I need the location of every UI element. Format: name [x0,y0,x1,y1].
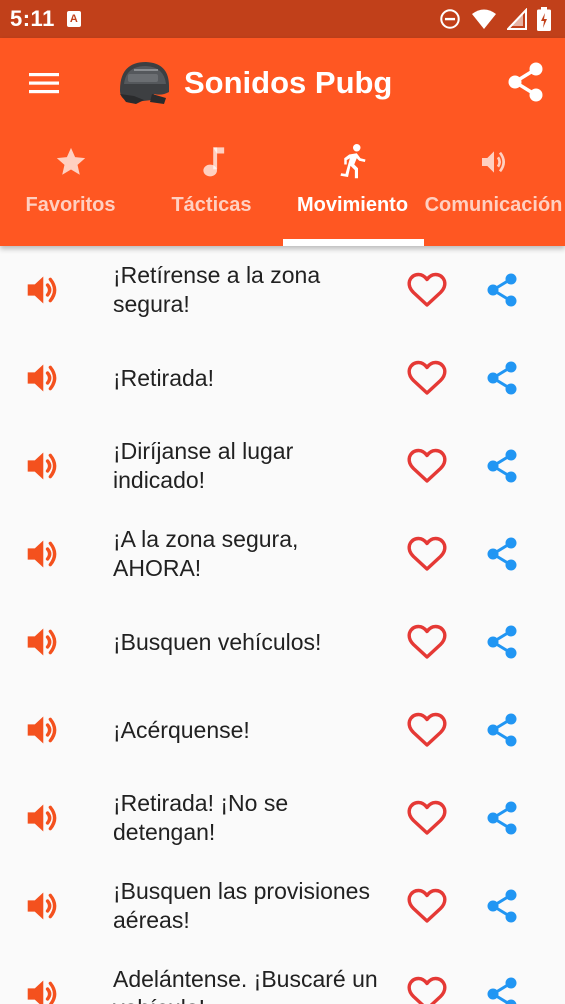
tab-tacticas[interactable]: Tácticas [141,128,282,246]
heart-icon[interactable] [406,975,448,1004]
list-item: ¡Diríjanse al lugar indicado! [0,422,565,510]
share-icon[interactable] [483,974,523,1004]
tab-label: Favoritos [25,194,116,216]
status-bar: 5:11 A [0,0,565,38]
list-item: ¡Retirada! [0,334,565,422]
music-note-icon [197,144,227,180]
share-icon[interactable] [483,710,523,750]
a-icon: A [66,11,81,27]
sound-list: ¡Retírense a la zona segura! ¡Retirada! [0,246,565,1004]
share-icon[interactable] [483,358,523,398]
share-icon[interactable] [483,886,523,926]
status-time: 5:11 [10,6,55,31]
play-sound-icon[interactable] [25,801,63,835]
share-icon[interactable] [483,798,523,838]
sound-label: ¡Retírense a la zona segura! [113,262,321,317]
play-sound-icon[interactable] [25,625,63,659]
heart-icon[interactable] [406,711,448,749]
sound-label: ¡Retirada! [113,364,214,391]
do-not-disturb-icon [440,9,460,29]
tab-favoritos[interactable]: Favoritos [0,128,141,246]
signal-icon [507,8,527,30]
sound-label: ¡Busquen las provisiones aéreas! [113,878,370,933]
sound-label: ¡Acérquense! [113,716,250,743]
play-sound-icon[interactable] [25,361,63,395]
running-person-icon [338,144,368,180]
wifi-icon [472,9,496,29]
heart-icon[interactable] [406,535,448,573]
hamburger-menu-icon[interactable] [22,63,66,103]
share-icon[interactable] [505,60,547,104]
heart-icon[interactable] [406,359,448,397]
tab-bar: Favoritos Tácticas Movimiento Comunicaci… [0,128,565,246]
app-title: Sonidos Pubg [184,65,393,100]
tab-movimiento[interactable]: Movimiento [282,128,423,246]
heart-icon[interactable] [406,887,448,925]
play-sound-icon[interactable] [25,449,63,483]
sound-label: ¡Busquen vehículos! [113,628,322,655]
heart-icon[interactable] [406,447,448,485]
app-bar: Sonidos Pubg Favoritos Tácticas Movimien… [0,38,565,246]
heart-icon[interactable] [406,271,448,309]
share-icon[interactable] [483,534,523,574]
play-sound-icon[interactable] [25,537,63,571]
sound-label: ¡Retirada! ¡No se detengan! [113,790,289,845]
list-item: Adelántense. ¡Buscaré un vehículo! [0,950,565,1004]
sound-label: ¡A la zona segura, AHORA! [113,526,299,581]
sound-label: Adelántense. ¡Buscaré un vehículo! [113,966,378,1004]
speaker-icon [477,144,511,180]
tab-comunicacion[interactable]: Comunicación [423,128,564,246]
play-sound-icon[interactable] [25,977,63,1004]
heart-icon[interactable] [406,623,448,661]
tab-label: Movimiento [296,194,409,216]
tab-indicator [283,239,424,246]
toolbar: Sonidos Pubg [0,38,565,128]
play-sound-icon[interactable] [25,713,63,747]
helmet-logo [114,56,174,112]
list-item: ¡Retírense a la zona segura! [0,246,565,334]
share-icon[interactable] [483,270,523,310]
list-item: ¡Busquen las provisiones aéreas! [0,862,565,950]
play-sound-icon[interactable] [25,889,63,923]
list-item: ¡Busquen vehículos! [0,598,565,686]
list-item: ¡Acérquense! [0,686,565,774]
heart-icon[interactable] [406,799,448,837]
share-icon[interactable] [483,622,523,662]
star-icon [54,144,88,180]
play-sound-icon[interactable] [25,273,63,307]
sound-label: ¡Diríjanse al lugar indicado! [113,438,294,493]
tab-label: Tácticas [171,194,252,216]
list-item: ¡A la zona segura, AHORA! [0,510,565,598]
list-item: ¡Retirada! ¡No se detengan! [0,774,565,862]
share-icon[interactable] [483,446,523,486]
tab-label: Comunicación [424,194,563,216]
battery-icon [537,7,551,31]
